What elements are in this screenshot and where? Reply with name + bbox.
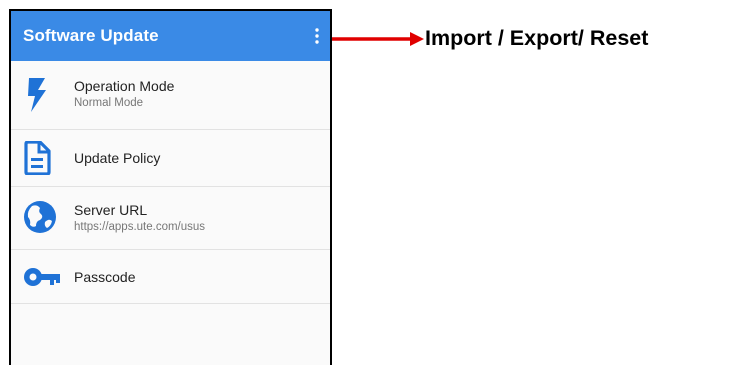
globe-icon — [23, 200, 57, 239]
app-bar: Software Update — [11, 11, 330, 61]
phone-screen: Software Update Operation Mode Normal Mo… — [9, 9, 332, 365]
setting-operation-mode[interactable]: Operation Mode Normal Mode — [11, 61, 330, 130]
setting-label: Server URL — [74, 202, 148, 218]
more-vert-icon[interactable] — [310, 24, 324, 48]
key-icon — [23, 266, 61, 293]
setting-label: Operation Mode — [74, 78, 175, 94]
document-icon — [23, 140, 51, 180]
setting-server-url[interactable]: Server URL https://apps.ute.com/usus — [11, 187, 330, 250]
setting-label: Update Policy — [74, 150, 161, 166]
settings-list: Operation Mode Normal Mode Update Policy — [11, 61, 330, 304]
setting-update-policy[interactable]: Update Policy — [11, 130, 330, 187]
setting-value: Normal Mode — [74, 97, 144, 109]
lightning-bolt-icon — [23, 78, 51, 117]
callout-label: Import / Export/ Reset — [425, 26, 649, 50]
app-bar-title: Software Update — [23, 26, 159, 45]
setting-passcode[interactable]: Passcode — [11, 250, 330, 304]
setting-value: https://apps.ute.com/usus — [74, 221, 206, 233]
setting-label: Passcode — [74, 269, 136, 285]
